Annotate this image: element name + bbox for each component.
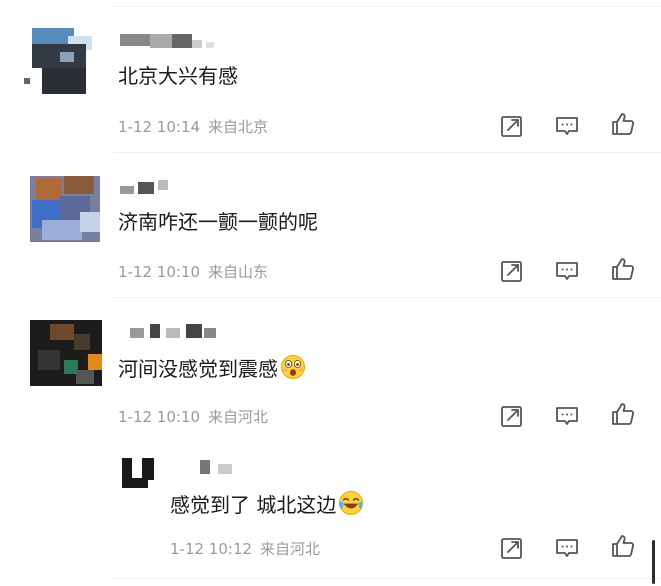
laughing-crying-face-emoji: [339, 491, 364, 515]
thumbs-up-icon[interactable]: [608, 531, 638, 561]
avatar[interactable]: [30, 176, 100, 242]
username-blurred[interactable]: [130, 324, 220, 338]
username-blurred[interactable]: [120, 34, 215, 48]
avatar[interactable]: [122, 456, 156, 492]
comment-meta: 1-12 10:10 来自山东: [118, 261, 268, 282]
divider: [113, 297, 661, 298]
username-blurred[interactable]: [120, 180, 170, 194]
share-edit-icon[interactable]: [497, 256, 527, 286]
comment-bubble-icon[interactable]: [552, 401, 582, 431]
reply-time: 1-12 10:12: [170, 540, 253, 558]
comment-meta: 1-12 10:14 来自北京: [118, 116, 268, 137]
comment-location: 来自山东: [208, 263, 269, 281]
comment-time: 1-12 10:14: [118, 118, 201, 136]
comment-text: 济南咋还一颤一颤的呢: [118, 210, 318, 234]
comment-meta: 1-12 10:10 来自河北: [118, 406, 268, 427]
avatar[interactable]: [20, 28, 96, 100]
comment-text-content: 河间没感觉到震感: [118, 357, 278, 381]
share-edit-icon[interactable]: [497, 533, 527, 563]
comment-text: 北京大兴有感: [118, 64, 238, 88]
comment-bubble-icon[interactable]: [552, 533, 582, 563]
comment-time: 1-12 10:10: [118, 408, 201, 426]
comment-text: 感觉到了 城北这边: [170, 490, 364, 517]
comment-bubble-icon[interactable]: [552, 256, 582, 286]
thumbs-up-icon[interactable]: [608, 399, 638, 429]
divider: [113, 152, 661, 153]
comment-bubble-icon[interactable]: [552, 111, 582, 141]
reply-location: 来自河北: [260, 540, 321, 558]
share-edit-icon[interactable]: [497, 111, 527, 141]
thumbs-up-icon[interactable]: [608, 254, 638, 284]
reply-meta: 1-12 10:12 来自河北: [170, 538, 320, 559]
reply-text-content: 感觉到了 城北这边: [170, 493, 337, 517]
username-blurred[interactable]: [200, 460, 240, 474]
avatar[interactable]: [30, 320, 102, 386]
scrollbar[interactable]: [652, 540, 655, 584]
comment-location: 来自河北: [208, 408, 269, 426]
comment-text: 河间没感觉到震感: [118, 354, 306, 381]
divider: [113, 578, 661, 579]
thumbs-up-icon[interactable]: [608, 109, 638, 139]
comment-location: 来自北京: [208, 118, 269, 136]
share-edit-icon[interactable]: [497, 401, 527, 431]
astonished-face-emoji: [281, 355, 305, 379]
divider: [113, 6, 661, 7]
comment-time: 1-12 10:10: [118, 263, 201, 281]
